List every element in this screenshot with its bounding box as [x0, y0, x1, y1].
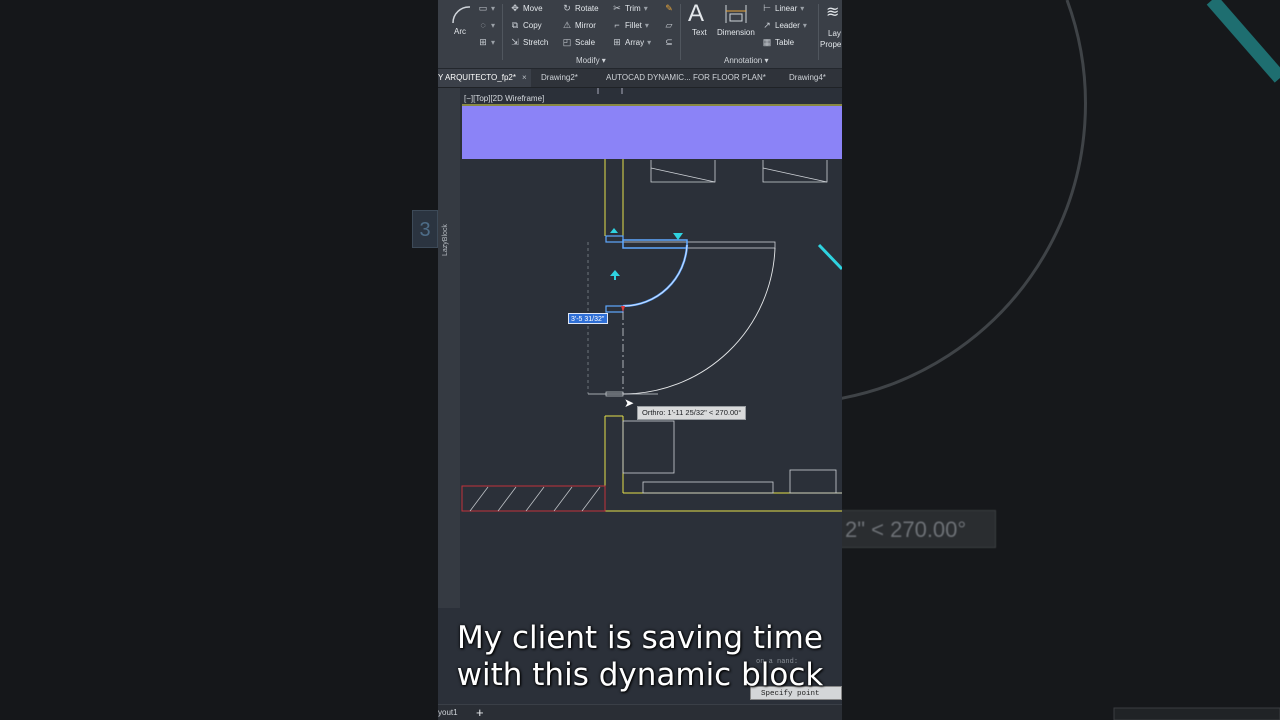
table-button[interactable]: ▦ Table — [762, 37, 794, 48]
rectangle-button[interactable]: ▭ ▾ — [478, 3, 495, 14]
file-tabs: Y ARQUITECTO_fp2* × Drawing2* AUTOCAD DYN… — [438, 69, 842, 88]
hatch-button[interactable]: ⊞ ▾ — [478, 37, 495, 48]
tab-autocad-dynamic[interactable]: AUTOCAD DYNAMIC... FOR FLOOR PLAN* — [606, 69, 766, 87]
stretch-icon: ⇲ — [511, 37, 519, 47]
linear-icon: ⊢ — [763, 3, 771, 13]
array-icon: ⊞ — [613, 37, 621, 47]
layout-tabs-bar: yout1 + — [438, 704, 842, 720]
tab-drawing4[interactable]: Drawing4* — [789, 69, 826, 87]
text-icon[interactable]: A — [688, 0, 704, 28]
close-icon[interactable]: × — [522, 73, 527, 82]
tab-drawing2[interactable]: Drawing2* — [541, 69, 578, 87]
copy-icon: ⧉ — [511, 20, 519, 30]
blurred-ortho-fragment: 2" < 270.00° — [838, 510, 996, 548]
layer-properties-icon[interactable]: ≋ — [826, 2, 839, 22]
fillet-icon: ⌐ — [614, 20, 620, 30]
arc-label: Arc — [454, 27, 466, 36]
ortho-tooltip: Orthro: 1'-11 25/32" < 270.00° — [637, 406, 747, 420]
rotate-button[interactable]: ↻ Rotate — [562, 3, 598, 14]
hatch-icon: ⊞ — [479, 37, 487, 47]
rotate-icon: ↻ — [563, 3, 571, 13]
table-icon: ▦ — [762, 37, 772, 47]
scale-button[interactable]: ◰ Scale — [562, 37, 595, 48]
pencil-button[interactable]: ✎ — [664, 3, 674, 14]
move-button[interactable]: ✥ Move — [510, 3, 542, 14]
arc-icon — [452, 6, 471, 24]
blurred-tag: 3 — [412, 210, 438, 248]
cursor-icon: ➤ — [624, 396, 635, 410]
blurred-background-left: 3 — [0, 0, 438, 720]
erase-icon: ▱ — [665, 20, 673, 30]
layer-label-top: Lay — [828, 29, 841, 38]
offset-button[interactable]: ⊆ — [664, 37, 674, 48]
blurred-background-right — [842, 0, 1280, 720]
circle-icon: ◌ — [480, 20, 486, 30]
dimension-label: Dimension — [717, 28, 755, 37]
circle-button[interactable]: ◌ ▾ — [478, 20, 495, 30]
scale-icon: ◰ — [562, 37, 572, 47]
cyan-accent-line — [817, 243, 842, 271]
array-button[interactable]: ⊞ Array ▾ — [612, 37, 651, 48]
add-layout-icon[interactable]: + — [476, 705, 484, 720]
text-label: Text — [692, 28, 707, 37]
leader-icon: ↗ — [763, 20, 771, 30]
blurred-arc-graphic — [842, 0, 1280, 720]
trim-icon: ✂ — [613, 3, 621, 13]
caption-line-2: with this dynamic block — [456, 657, 824, 693]
move-icon: ✥ — [511, 3, 519, 13]
stretch-button[interactable]: ⇲ Stretch — [510, 37, 548, 48]
dimension-button[interactable] — [724, 3, 748, 25]
trim-button[interactable]: ✂ Trim ▾ — [612, 3, 648, 14]
video-caption: My client is saving time with this dynam… — [438, 620, 842, 694]
ribbon: Arc ▭ ▾ ◌ ▾ ⊞ ▾ ✥ Move ↻ Rotate ✂ Trim ▾ ⧉ Copy … — [438, 0, 842, 69]
window-fixtures — [650, 160, 828, 183]
dynamic-input-field[interactable]: 3'-5 31/32" — [568, 313, 608, 324]
dimension-icon — [725, 5, 747, 23]
autocad-window: Arc ▭ ▾ ◌ ▾ ⊞ ▾ ✥ Move ↻ Rotate ✂ Trim ▾ ⧉ Copy … — [438, 0, 842, 720]
hatched-wall — [461, 485, 606, 512]
leader-button[interactable]: ↗ Leader ▾ — [762, 20, 807, 31]
highlight-band — [462, 106, 842, 159]
rectangle-icon: ▭ — [478, 3, 488, 13]
mirror-icon: ⚠ — [562, 20, 572, 30]
furniture — [622, 420, 842, 494]
annotation-group-label[interactable]: Annotation ▾ — [724, 56, 769, 65]
modify-group-label[interactable]: Modify ▾ — [576, 56, 606, 65]
drawing-canvas[interactable] — [438, 88, 842, 608]
wall-left — [604, 159, 842, 512]
fillet-button[interactable]: ⌐ Fillet ▾ — [612, 20, 649, 30]
arc-button[interactable] — [450, 3, 472, 25]
tab-layout1[interactable]: yout1 — [438, 708, 458, 717]
mirror-button[interactable]: ⚠ Mirror — [562, 20, 596, 31]
erase-button[interactable]: ▱ — [664, 20, 674, 31]
door-block[interactable] — [587, 228, 776, 397]
copy-button[interactable]: ⧉ Copy — [510, 20, 542, 31]
offset-icon: ⊆ — [665, 37, 673, 47]
layer-label-bottom: Prope — [820, 40, 842, 49]
pencil-icon: ✎ — [665, 3, 673, 13]
caption-line-1: My client is saving time — [457, 620, 823, 656]
tab-arquitecto-fp2[interactable]: Y ARQUITECTO_fp2* × — [438, 69, 531, 87]
linear-button[interactable]: ⊢ Linear ▾ — [762, 3, 804, 14]
